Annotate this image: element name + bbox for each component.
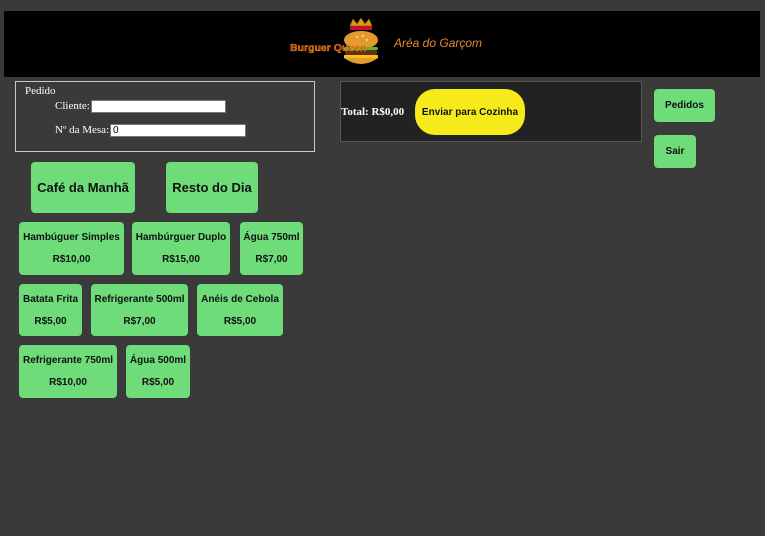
product-name: Batata Frita — [22, 293, 78, 305]
rest-of-day-button[interactable]: Resto do Dia — [166, 162, 258, 213]
product-button[interactable]: Refrigerante 500ml R$7,00 — [91, 284, 188, 336]
product-price: R$10,00 — [49, 377, 87, 388]
burger-queen-logo: Burguer Queen — [287, 17, 387, 70]
send-to-kitchen-button[interactable]: Enviar para Cozinha — [415, 89, 525, 135]
product-button[interactable]: Hambúrguer Duplo R$15,00 — [132, 222, 230, 275]
breakfast-button[interactable]: Café da Manhã — [31, 162, 135, 213]
product-price: R$15,00 — [162, 254, 200, 265]
product-name: Água 750ml — [243, 232, 300, 243]
product-name: Hambúguer Simples — [23, 232, 120, 243]
client-label: Cliente: — [55, 100, 90, 112]
waiter-page: Burguer Queen Aréa do Garçom Pedido Clie… — [0, 0, 765, 536]
product-price: R$7,00 — [123, 315, 156, 327]
product-price: R$7,00 — [255, 254, 288, 265]
order-summary-panel: Total: R$0,00 Enviar para Cozinha — [340, 81, 642, 142]
product-button[interactable]: Hambúguer Simples R$10,00 — [19, 222, 124, 275]
order-total: Total: R$0,00 — [341, 106, 405, 118]
product-button[interactable]: Água 750ml R$7,00 — [240, 222, 303, 275]
table-number-label: Nº da Mesa: — [55, 124, 110, 136]
logout-button[interactable]: Sair — [654, 135, 696, 168]
product-button[interactable]: Refrigerante 750ml R$10,00 — [19, 345, 117, 398]
product-name: Refrigerante 750ml — [22, 355, 114, 366]
product-button[interactable]: Água 500ml R$5,00 — [126, 345, 190, 398]
order-legend: Pedido — [25, 85, 56, 97]
product-name: Refrigerante 500ml — [94, 293, 185, 305]
table-number-input[interactable] — [110, 124, 246, 137]
product-button[interactable]: Anéis de Cebola R$5,00 — [197, 284, 283, 336]
product-price: R$5,00 — [141, 377, 175, 388]
order-form: Pedido Cliente: Nº da Mesa: — [15, 81, 315, 152]
logo-wordmark: Burguer Queen — [290, 42, 366, 54]
client-input[interactable] — [91, 100, 226, 113]
page-title: Aréa do Garçom — [394, 36, 483, 50]
product-price: R$10,00 — [52, 254, 91, 265]
orders-button[interactable]: Pedidos — [654, 89, 715, 122]
product-button[interactable]: Batata Frita R$5,00 — [19, 284, 82, 336]
product-price: R$5,00 — [34, 315, 67, 327]
product-name: Anéis de Cebola — [201, 293, 279, 305]
product-name: Água 500ml — [129, 355, 187, 366]
product-name: Hambúrguer Duplo — [135, 232, 227, 243]
app-header: Burguer Queen Aréa do Garçom — [4, 11, 760, 77]
product-price: R$5,00 — [223, 315, 257, 327]
